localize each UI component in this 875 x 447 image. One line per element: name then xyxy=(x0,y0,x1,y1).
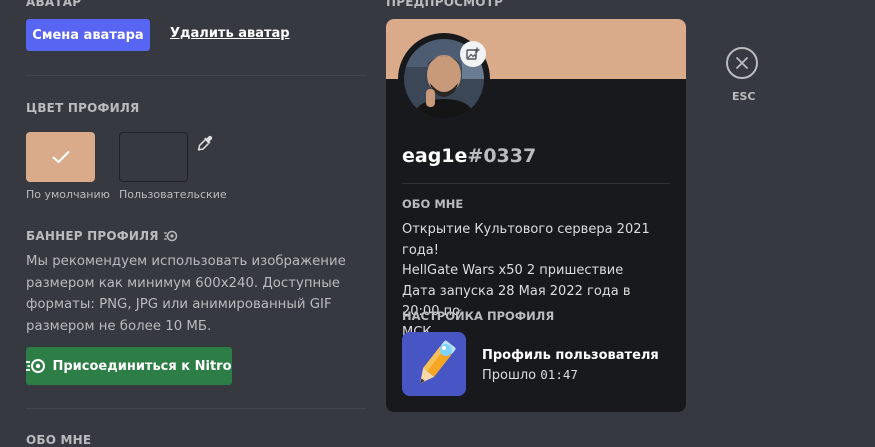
avatar-edit-button[interactable] xyxy=(460,41,486,67)
nitro-icon xyxy=(163,230,177,242)
profile-banner-heading: БАННЕР ПРОФИЛЯ xyxy=(26,229,159,243)
activity-elapsed-prefix: Прошло xyxy=(482,368,537,383)
activity-elapsed: Прошло 01:47 xyxy=(482,367,578,383)
close-icon xyxy=(736,57,748,69)
custom-color-swatch[interactable] xyxy=(119,132,188,182)
profile-color-heading: ЦВЕТ ПРОФИЛЯ xyxy=(26,101,140,115)
preview-heading: ПРЕДПРОСМОТР xyxy=(386,0,504,9)
activity-heading: НАСТРОЙКА ПРОФИЛЯ xyxy=(402,309,555,323)
profile-preview-card: eag1e#0337 ОБО МНЕ Открытие Культового с… xyxy=(386,19,686,412)
activity-name: Профиль пользователя xyxy=(482,348,659,363)
activity-app-icon xyxy=(402,332,466,396)
preview-about-text: Открытие Культового сервера 2021 года! H… xyxy=(402,220,672,343)
avatar-section-heading: АВАТАР xyxy=(26,0,82,9)
preview-username: eag1e#0337 xyxy=(402,145,536,167)
esc-label: ESC xyxy=(732,90,756,103)
about-line: Открытие Культового сервера 2021 года! xyxy=(402,222,650,258)
image-add-icon xyxy=(466,47,480,60)
nitro-icon xyxy=(26,359,46,373)
close-button[interactable] xyxy=(726,47,758,79)
about-me-heading: ОБО МНЕ xyxy=(26,433,92,447)
eyedropper-icon[interactable] xyxy=(197,135,213,151)
custom-color-label: Пользовательские xyxy=(119,188,227,201)
about-line: HellGate Wars x50 2 пришествие xyxy=(402,263,624,278)
default-color-label: По умолчанию xyxy=(26,188,110,201)
checkmark-icon xyxy=(52,151,69,163)
section-divider xyxy=(26,408,366,409)
join-nitro-label: Присоединиться к Nitro xyxy=(52,358,232,374)
preview-about-heading: ОБО МНЕ xyxy=(402,197,464,211)
remove-avatar-button[interactable]: Удалить аватар xyxy=(170,26,290,41)
card-divider xyxy=(402,183,670,184)
default-color-swatch[interactable] xyxy=(26,132,95,182)
pencil-icon xyxy=(402,332,466,396)
username-discriminator: #0337 xyxy=(467,145,537,167)
change-avatar-button[interactable]: Смена аватара xyxy=(26,19,150,51)
username-text: eag1e xyxy=(402,145,468,167)
section-divider xyxy=(26,75,366,76)
profile-banner-heading-row: БАННЕР ПРОФИЛЯ xyxy=(26,229,178,243)
banner-description: Мы рекомендуем использовать изображение … xyxy=(26,254,346,334)
activity-elapsed-time: 01:47 xyxy=(540,367,578,382)
join-nitro-button[interactable]: Присоединиться к Nitro xyxy=(26,347,232,385)
